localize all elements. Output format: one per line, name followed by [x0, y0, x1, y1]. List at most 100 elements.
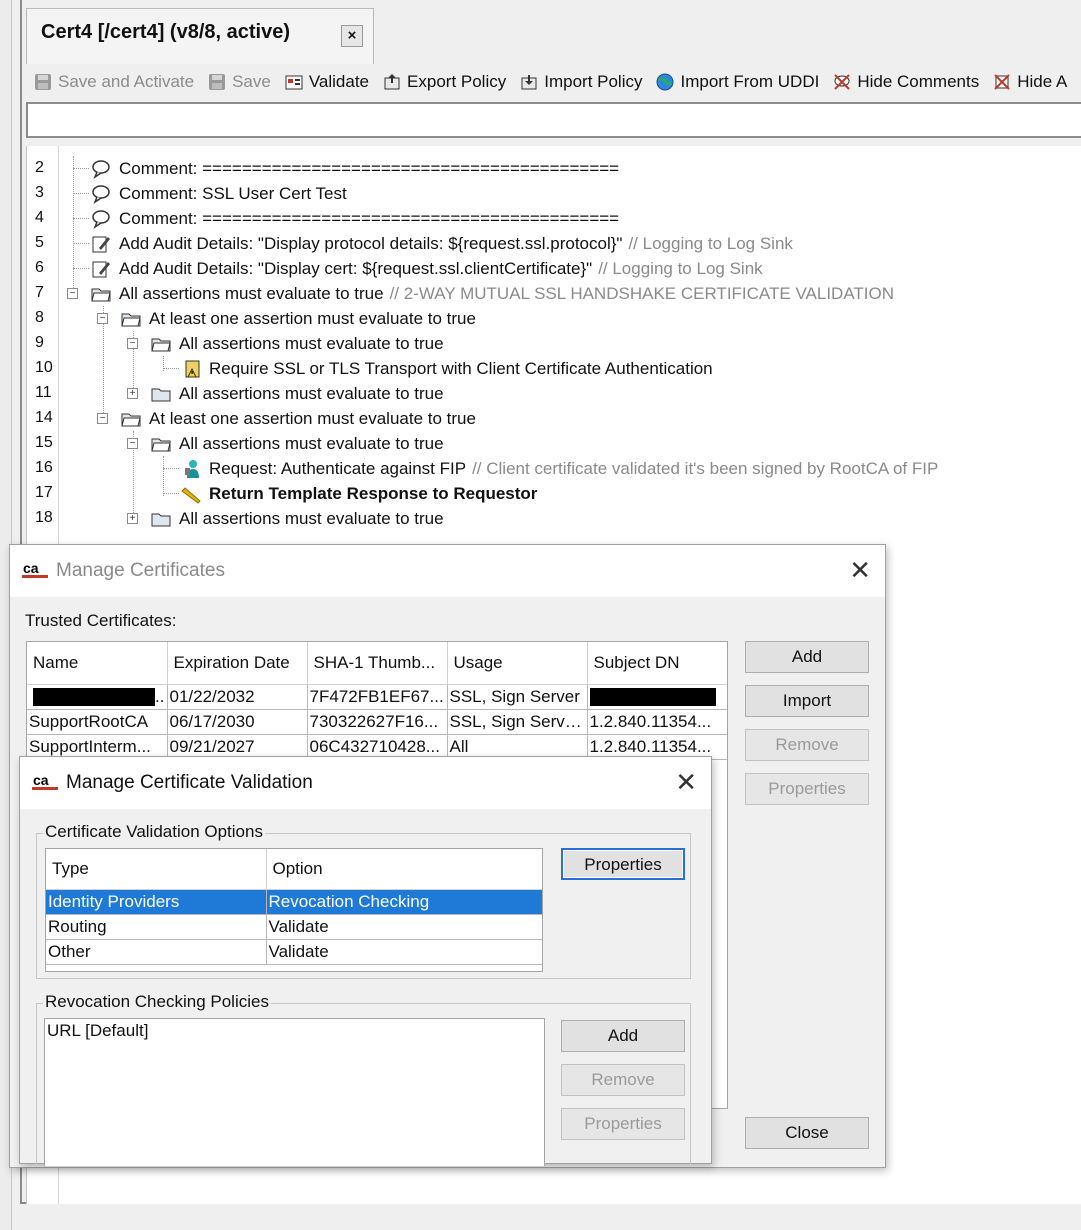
collapse-toggle[interactable]: −	[97, 313, 108, 324]
remove-certificate-button[interactable]: Remove	[745, 729, 869, 761]
column-header[interactable]: SHA-1 Thumb...	[307, 642, 448, 685]
tree-node: Comment: ===============================…	[91, 207, 619, 231]
folder-icon	[151, 388, 171, 402]
policy-toolbar: Save and Activate Save Validate Export P…	[26, 64, 1081, 100]
export-policy-label: Export Policy	[407, 72, 507, 91]
export-policy-button[interactable]: Export Policy	[383, 72, 506, 92]
validation-properties-button[interactable]: Properties	[561, 848, 685, 880]
validate-button[interactable]: Validate	[285, 72, 369, 92]
table-row[interactable]: Identity Providers Revocation Checking	[46, 889, 542, 915]
column-header[interactable]: Expiration Date	[167, 642, 308, 685]
line-number: 4	[35, 209, 44, 226]
policy-properties-button[interactable]: Properties	[561, 1108, 685, 1140]
collapse-toggle[interactable]: −	[127, 438, 138, 449]
comment-icon	[92, 160, 110, 179]
globe-icon	[656, 73, 674, 91]
close-button[interactable]: Close	[745, 1117, 869, 1149]
expand-toggle[interactable]: +	[127, 513, 138, 524]
tree-row[interactable]: 6 Add Audit Details: "Display cert: ${re…	[27, 256, 1081, 281]
tree-connector	[73, 268, 89, 269]
svg-text:ca: ca	[33, 772, 49, 788]
trusted-certificates-label: Trusted Certificates:	[25, 611, 177, 630]
tree-row[interactable]: 7 − All assertions must evaluate to true…	[27, 281, 1081, 306]
line-number: 2	[35, 159, 44, 176]
expand-toggle[interactable]: +	[127, 388, 138, 399]
dialog-title: Manage Certificate Validation	[66, 772, 313, 793]
save-icon	[209, 74, 226, 90]
import-policy-button[interactable]: Import Policy	[520, 72, 642, 92]
collapse-toggle[interactable]: −	[97, 413, 108, 424]
line-number: 9	[35, 334, 44, 351]
node-text: Require SSL or TLS Transport with Client…	[209, 359, 713, 378]
folder-icon	[151, 338, 171, 352]
table-cell: ..	[27, 684, 168, 710]
tree-node: All assertions must evaluate to true	[151, 332, 444, 356]
add-policy-button[interactable]: Add	[561, 1020, 685, 1052]
add-certificate-button[interactable]: Add	[745, 641, 869, 673]
close-icon[interactable]: ✕	[849, 555, 871, 586]
hide-comments-button[interactable]: Hide Comments	[833, 72, 979, 92]
table-row[interactable]: Routing Validate	[46, 914, 542, 940]
save-button[interactable]: Save	[208, 72, 271, 92]
line-number: 10	[35, 359, 53, 376]
tree-row[interactable]: 10 Require SSL or TLS Transport with Cli…	[27, 356, 1081, 381]
line-number: 7	[35, 284, 44, 301]
collapse-toggle[interactable]: −	[67, 288, 78, 299]
search-input[interactable]	[26, 102, 1081, 138]
column-header[interactable]: Usage	[447, 642, 588, 685]
hide-assertions-icon	[994, 74, 1010, 90]
tree-row[interactable]: 18 + All assertions must evaluate to tru…	[27, 506, 1081, 531]
tab-close-button[interactable]: ×	[341, 25, 363, 47]
tree-row[interactable]: 15 − All assertions must evaluate to tru…	[27, 431, 1081, 456]
node-comment: // Logging to Log Sink	[628, 234, 793, 253]
tree-row[interactable]: 11 + All assertions must evaluate to tru…	[27, 381, 1081, 406]
list-item[interactable]: URL [Default]	[45, 1019, 544, 1043]
table-row[interactable]: SupportRootCA 06/17/2030 730322627F16...…	[27, 709, 727, 735]
table-cell: SSL, Sign Server	[447, 684, 588, 710]
certificate-properties-button[interactable]: Properties	[745, 773, 869, 805]
hide-assertions-label: Hide A	[1017, 72, 1068, 91]
tree-row[interactable]: 17 Return Template Response to Requestor	[27, 481, 1081, 506]
hide-assertions-button[interactable]: Hide A	[993, 72, 1067, 92]
tree-row[interactable]: 16 Request: Authenticate against FIP // …	[27, 456, 1081, 481]
tree-row[interactable]: 4 Comment: =============================…	[27, 206, 1081, 231]
validate-icon	[285, 75, 303, 90]
tree-row[interactable]: 9 − All assertions must evaluate to true	[27, 331, 1081, 356]
tree-row[interactable]: 5 Add Audit Details: "Display protocol d…	[27, 231, 1081, 256]
column-header[interactable]: Name	[27, 642, 168, 685]
line-number: 3	[35, 184, 44, 201]
tree-node: All assertions must evaluate to true	[151, 507, 444, 531]
tree-node: Add Audit Details: "Display protocol det…	[91, 232, 793, 256]
remove-policy-button[interactable]: Remove	[561, 1064, 685, 1096]
comment-icon	[92, 210, 110, 229]
tree-connector	[73, 218, 89, 219]
import-policy-label: Import Policy	[544, 72, 643, 91]
policy-tab[interactable]: Cert4 [/cert4] (v8/8, active) ×	[26, 8, 374, 64]
revocation-checking-policies-group: Revocation Checking Policies URL [Defaul…	[36, 992, 691, 1166]
import-from-uddi-button[interactable]: Import From UDDI	[656, 72, 819, 92]
folder-icon	[121, 413, 141, 427]
column-header[interactable]: Type	[46, 849, 267, 890]
node-comment: // Logging to Log Sink	[598, 259, 763, 278]
tree-row[interactable]: 14 − At least one assertion must evaluat…	[27, 406, 1081, 431]
column-header[interactable]: Option	[266, 849, 542, 890]
line-number: 6	[35, 259, 44, 276]
validate-label: Validate	[308, 72, 370, 91]
tree-row[interactable]: 2 Comment: =============================…	[27, 156, 1081, 181]
collapse-toggle[interactable]: −	[127, 338, 138, 349]
user-authenticate-icon	[185, 460, 199, 478]
column-header[interactable]: Subject DN	[587, 642, 727, 685]
table-cell: Revocation Checking	[266, 889, 542, 915]
tree-row[interactable]: 3 Comment: SSL User Cert Test	[27, 181, 1081, 206]
save-icon	[35, 74, 51, 90]
close-icon[interactable]: ✕	[675, 767, 697, 798]
table-row[interactable]: Other Validate	[46, 939, 542, 965]
table-header-row: Name Expiration Date SHA-1 Thumb... Usag…	[27, 642, 727, 685]
import-certificate-button[interactable]: Import	[745, 685, 869, 717]
save-and-activate-button[interactable]: Save and Activate	[34, 72, 194, 92]
node-comment: // Client certificate validated it's bee…	[472, 459, 939, 478]
tree-row[interactable]: 8 − At least one assertion must evaluate…	[27, 306, 1081, 331]
table-row[interactable]: .. 01/22/2032 7F472FB1EF67... SSL, Sign …	[27, 684, 727, 710]
redacted-block	[589, 688, 716, 707]
table-cell: 7F472FB1EF67...	[307, 684, 448, 710]
